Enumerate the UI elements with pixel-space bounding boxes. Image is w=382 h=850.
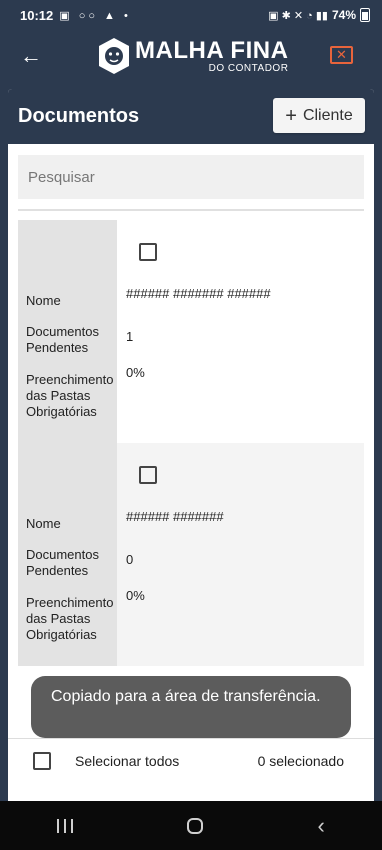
add-client-button[interactable]: + Cliente bbox=[273, 98, 365, 133]
nome-value: ###### ####### ###### bbox=[126, 286, 271, 301]
table-row: Nome Documentos Pendentes Preenchimento … bbox=[18, 220, 364, 443]
value-column: ###### ####### 0 0% bbox=[117, 443, 364, 666]
system-nav-bar: ‹ bbox=[0, 801, 382, 850]
status-right: ▣ ✱ ✕ ◔ ▮▮ 74% bbox=[268, 8, 370, 22]
table-row: Nome Documentos Pendentes Preenchimento … bbox=[18, 443, 364, 666]
nome-value: ###### ####### bbox=[126, 509, 224, 524]
pendentes-value: 1 bbox=[126, 329, 134, 344]
search-input[interactable]: Pesquisar bbox=[18, 155, 364, 199]
status-bar: 10:12 ▣ ○○ ▲ • ▣ ✱ ✕ ◔ ▮▮ 74% bbox=[0, 0, 382, 30]
notification-icons: ▣ ○○ ▲ • bbox=[59, 9, 131, 22]
row-checkbox[interactable] bbox=[139, 243, 157, 261]
value-column: ###### ####### ###### 1 0% bbox=[117, 220, 364, 443]
logo-text: MALHA FINA DO CONTADOR bbox=[135, 36, 289, 74]
recent-apps-icon[interactable] bbox=[57, 818, 74, 833]
select-all-checkbox[interactable] bbox=[33, 752, 51, 770]
pendentes-label: Documentos Pendentes bbox=[26, 324, 99, 355]
page-title: Documentos bbox=[18, 105, 140, 127]
back-arrow-icon[interactable]: ← bbox=[20, 42, 50, 70]
pendentes-value: 0 bbox=[126, 552, 134, 567]
preenchimento-label: Preenchimento das Pastas Obrigatórias bbox=[26, 372, 114, 419]
app-bar: ← MALHA FINA DO CONTADOR ✕ bbox=[0, 30, 382, 81]
selected-count: 0 selecionado bbox=[257, 753, 344, 769]
card-header: Documentos + Cliente bbox=[8, 89, 374, 144]
logo: MALHA FINA DO CONTADOR bbox=[97, 36, 288, 76]
row-checkbox[interactable] bbox=[139, 466, 157, 484]
home-icon[interactable] bbox=[187, 817, 204, 834]
nome-label: Nome bbox=[26, 516, 61, 531]
status-time: 10:12 bbox=[20, 7, 54, 23]
pendentes-label: Documentos Pendentes bbox=[26, 547, 99, 578]
close-icon[interactable]: ✕ bbox=[330, 46, 353, 64]
divider bbox=[18, 209, 364, 211]
preenchimento-value: 0% bbox=[126, 588, 145, 603]
select-all-label[interactable]: Selecionar todos bbox=[75, 753, 179, 769]
system-icons: ▣ ✱ ✕ ◔ ▮▮ bbox=[268, 9, 328, 22]
documents-list: Nome Documentos Pendentes Preenchimento … bbox=[18, 220, 364, 666]
lion-badge-icon bbox=[99, 38, 129, 74]
label-column: Nome Documentos Pendentes Preenchimento … bbox=[18, 443, 117, 666]
nav-back-icon[interactable]: ‹ bbox=[318, 814, 325, 837]
plus-icon: + bbox=[285, 104, 297, 127]
battery-icon bbox=[360, 8, 370, 22]
toast-message: Copiado para a área de transferência. bbox=[31, 676, 351, 738]
label-column: Nome Documentos Pendentes Preenchimento … bbox=[18, 220, 117, 443]
logo-main: MALHA FINA bbox=[135, 36, 289, 64]
preenchimento-value: 0% bbox=[126, 365, 145, 380]
battery-percent: 74% bbox=[331, 8, 356, 22]
preenchimento-label: Preenchimento das Pastas Obrigatórias bbox=[26, 595, 114, 642]
add-client-label: Cliente bbox=[302, 106, 353, 124]
nome-label: Nome bbox=[26, 293, 61, 308]
logo-sub: DO CONTADOR bbox=[208, 62, 289, 74]
selection-footer: Selecionar todos 0 selecionado bbox=[8, 738, 374, 801]
